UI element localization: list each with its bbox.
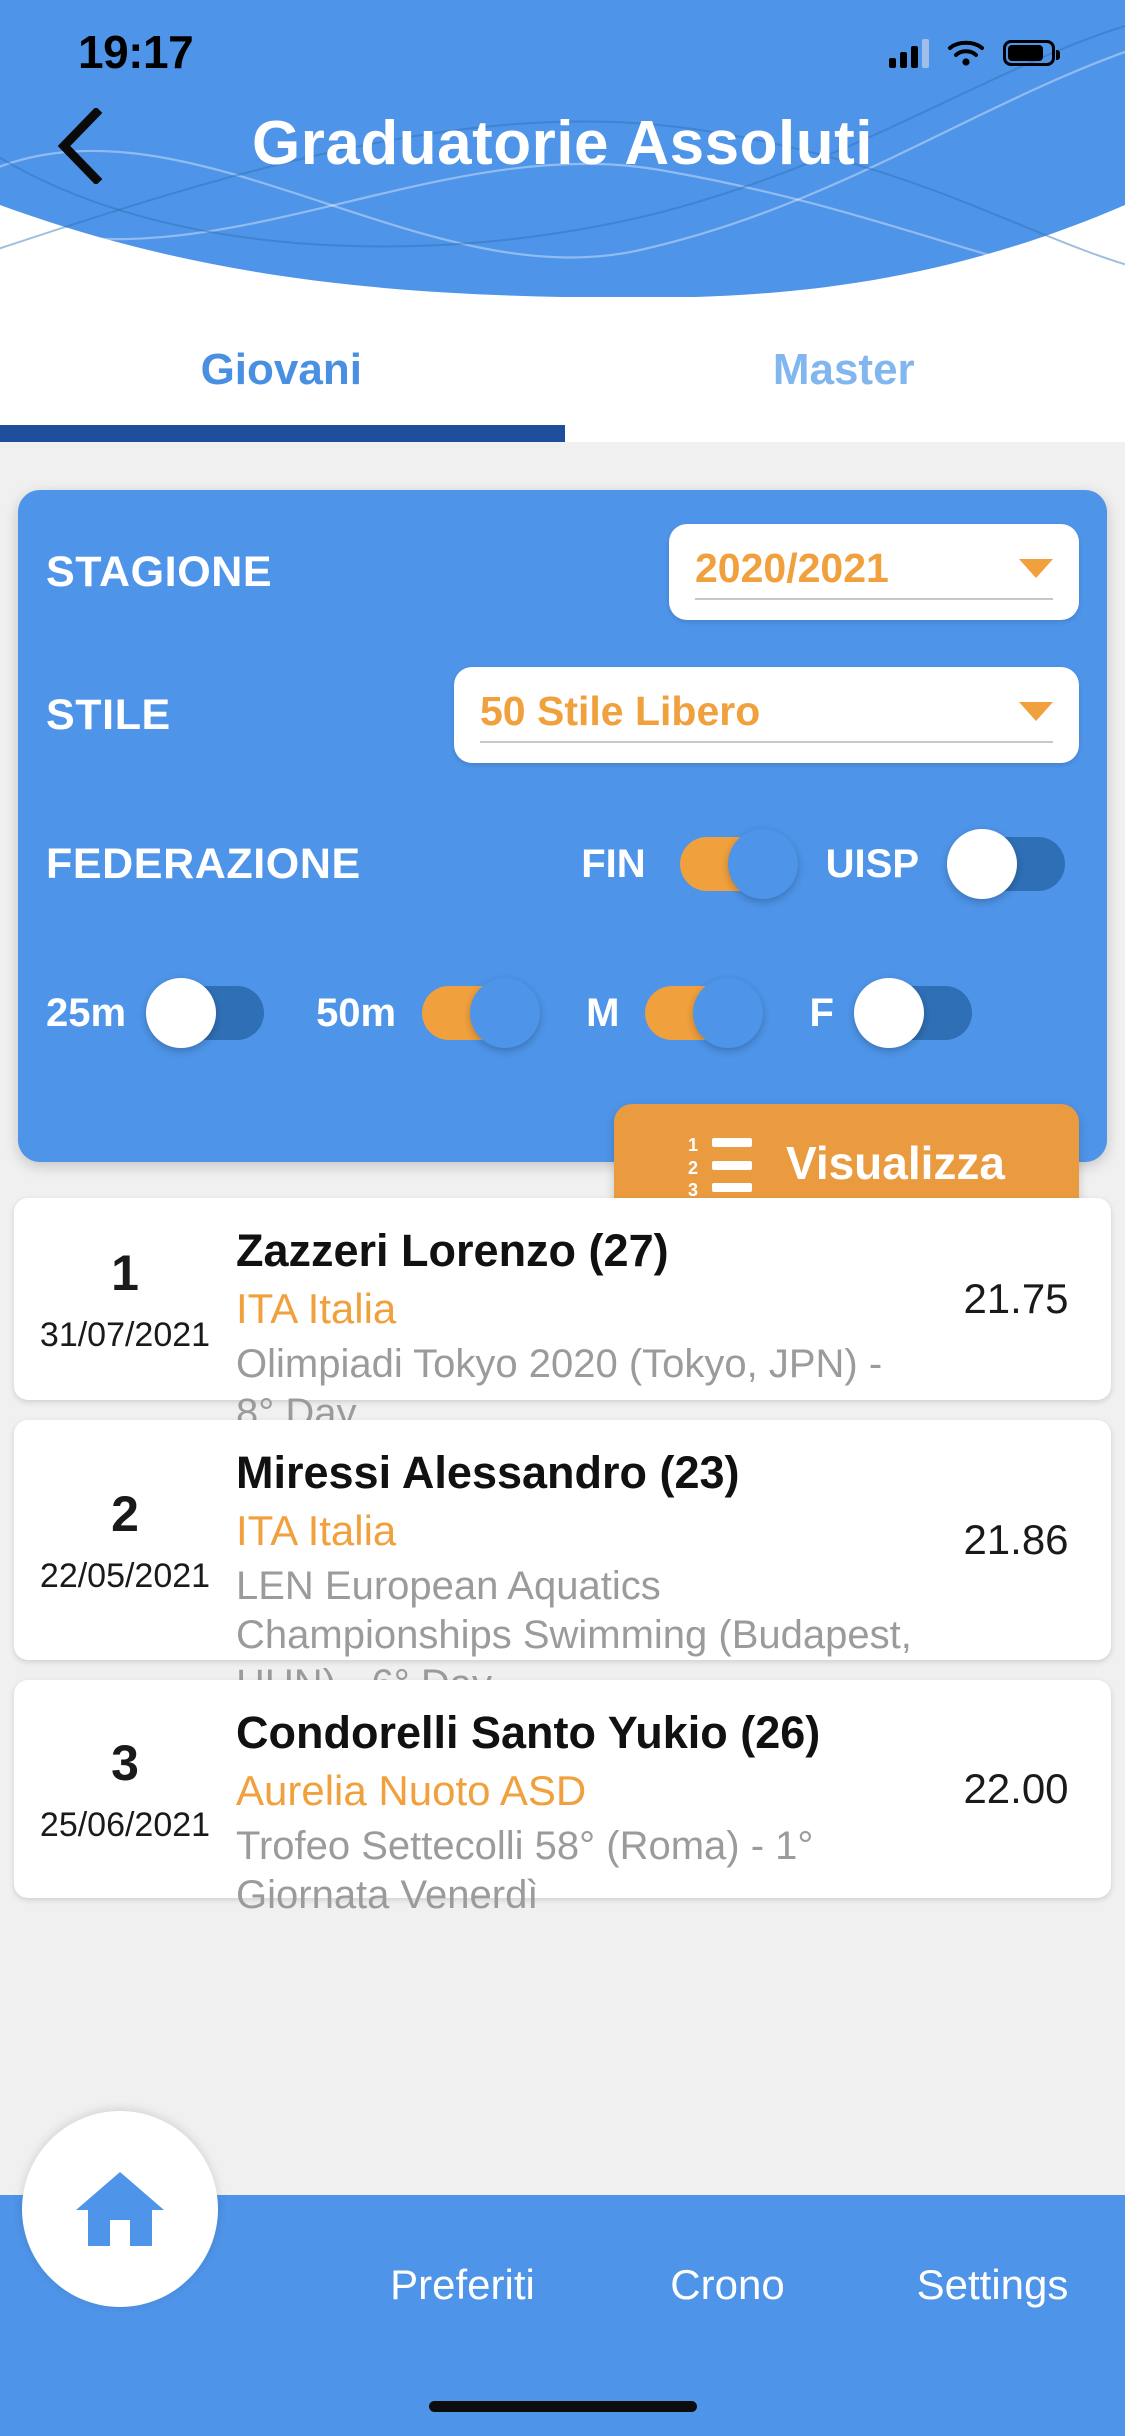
status-bar: 19:17: [0, 0, 1125, 95]
switch-label-m: M: [586, 990, 620, 1035]
switch-label-50m: 50m: [316, 990, 397, 1035]
result-team: Aurelia Nuoto ASD: [236, 1767, 587, 1815]
chevron-left-icon: [57, 108, 103, 184]
cellular-signal-icon: [889, 38, 929, 68]
ordered-list-number-2: 2: [687, 1158, 698, 1178]
tab-master[interactable]: Master: [563, 297, 1125, 442]
home-indicator: [428, 2401, 697, 2412]
nav-item-crono[interactable]: Crono: [595, 2261, 860, 2309]
result-row-2[interactable]: 2 22/05/2021 Miressi Alessandro (23) ITA…: [14, 1420, 1111, 1706]
result-rank-date-3: 3 25/06/2021: [14, 1680, 236, 1898]
nav-item-preferiti[interactable]: Preferiti: [330, 2261, 595, 2309]
status-indicators: [889, 38, 1060, 68]
result-team: ITA Italia: [236, 1507, 397, 1555]
nav-item-settings[interactable]: Settings: [860, 2261, 1125, 2309]
content-scroll-area[interactable]: STAGIONE 2020/2021 STILE 50 Stile Libero…: [0, 442, 1125, 2336]
chevron-down-icon: [1019, 558, 1053, 578]
result-team: ITA Italia: [236, 1285, 397, 1333]
filter-row-stagione: STAGIONE 2020/2021: [46, 490, 1079, 640]
stile-label: STILE: [46, 690, 171, 739]
result-athlete-name: Condorelli Santo Yukio (26): [236, 1707, 821, 1758]
result-time-cell-1: 21.75: [921, 1198, 1111, 1400]
result-rank-date-1: 1 31/07/2021: [14, 1198, 236, 1400]
page-title: Graduatorie Assoluti: [252, 109, 873, 178]
toggle-male[interactable]: [645, 978, 764, 1048]
result-row-1[interactable]: 1 31/07/2021 Zazzeri Lorenzo (27) ITA It…: [14, 1198, 1111, 1435]
filter-row-federazione: FEDERAZIONE FIN UISP: [46, 790, 1079, 938]
switch-label-25m: 25m: [46, 990, 127, 1035]
wifi-icon: [948, 40, 984, 66]
back-button[interactable]: [36, 108, 126, 184]
result-details-1: Zazzeri Lorenzo (27) ITA Italia Olimpiad…: [236, 1198, 921, 1435]
result-athlete-name: Zazzeri Lorenzo (27): [236, 1225, 669, 1276]
ordered-list-icon: 1 2 3: [687, 1135, 752, 1200]
result-time-cell-3: 22.00: [921, 1680, 1111, 1898]
result-details-2: Miressi Alessandro (23) ITA Italia LEN E…: [236, 1420, 921, 1706]
result-time-cell-2: 21.86: [921, 1420, 1111, 1660]
result-date: 31/07/2021: [39, 1315, 211, 1354]
federazione-label: FEDERAZIONE: [46, 839, 361, 888]
filter-row-pool-gender: 25m 50m M F: [46, 938, 1079, 1088]
bottom-navigation: Preferiti Crono Settings: [0, 2111, 1125, 2436]
stagione-label: STAGIONE: [46, 547, 273, 596]
result-event: Trofeo Settecolli 58° (Roma) - 1° Giorna…: [236, 1824, 814, 1918]
result-date: 25/06/2021: [39, 1805, 211, 1844]
battery-icon: [1003, 39, 1060, 66]
result-time: 21.86: [963, 1516, 1069, 1563]
toggle-female[interactable]: [853, 978, 972, 1048]
status-time: 19:17: [78, 25, 194, 78]
home-button[interactable]: [22, 2111, 218, 2307]
result-rank-date-2: 2 22/05/2021: [14, 1420, 236, 1660]
result-row-3[interactable]: 3 25/06/2021 Condorelli Santo Yukio (26)…: [14, 1680, 1111, 1917]
stagione-value: 2020/2021: [695, 544, 889, 591]
chevron-down-icon: [1019, 701, 1053, 721]
result-date: 22/05/2021: [39, 1556, 211, 1595]
switch-label-fin: FIN: [581, 841, 646, 886]
stile-dropdown[interactable]: 50 Stile Libero: [454, 667, 1079, 763]
toggle-uisp[interactable]: [947, 829, 1065, 899]
stile-value: 50 Stile Libero: [480, 687, 761, 734]
result-details-3: Condorelli Santo Yukio (26) Aurelia Nuot…: [236, 1680, 921, 1917]
result-time: 21.75: [963, 1275, 1069, 1322]
result-time: 22.00: [963, 1765, 1069, 1812]
toggle-50m[interactable]: [422, 978, 541, 1048]
tab-active-indicator: [0, 425, 565, 442]
tab-giovani[interactable]: Giovani: [0, 297, 563, 442]
result-rank: 1: [111, 1244, 139, 1301]
home-icon: [76, 2172, 164, 2246]
stagione-dropdown[interactable]: 2020/2021: [669, 524, 1079, 620]
result-athlete-name: Miressi Alessandro (23): [236, 1447, 740, 1498]
visualizza-label: Visualizza: [785, 1137, 1006, 1189]
tab-bar: Giovani Master: [0, 297, 1125, 442]
ordered-list-number-1: 1: [687, 1135, 698, 1155]
filter-row-stile: STILE 50 Stile Libero: [46, 640, 1079, 790]
toggle-25m[interactable]: [146, 978, 265, 1048]
result-rank: 3: [111, 1734, 139, 1791]
switch-label-f: F: [809, 990, 834, 1035]
filter-panel: STAGIONE 2020/2021 STILE 50 Stile Libero…: [18, 490, 1107, 1222]
switch-label-uisp: UISP: [825, 841, 919, 886]
result-rank: 2: [111, 1485, 139, 1542]
toggle-fin[interactable]: [679, 829, 798, 899]
